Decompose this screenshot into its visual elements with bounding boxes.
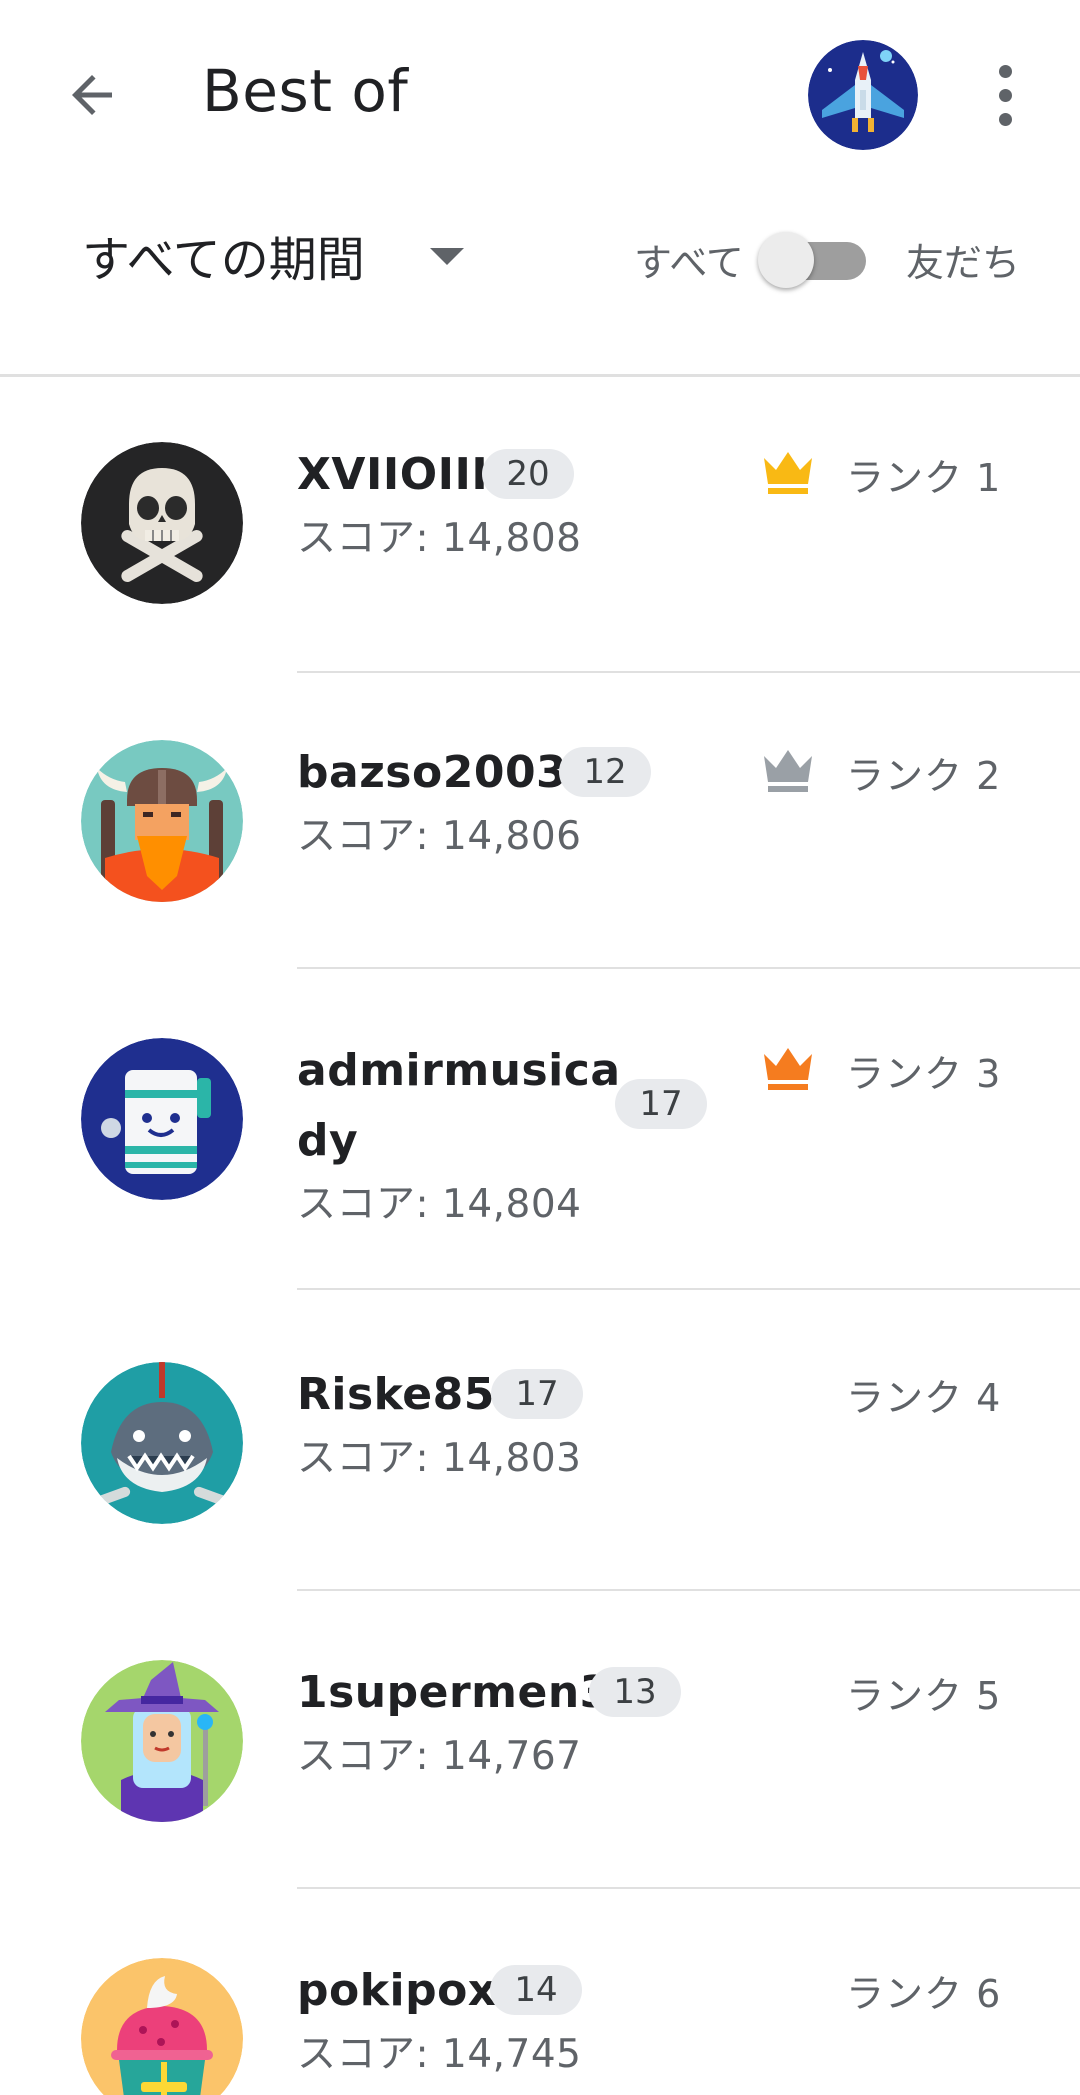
player-rank: ランク 6	[846, 1972, 1002, 2016]
player-name: XVIIOIII	[297, 449, 489, 500]
row-divider	[297, 967, 1080, 969]
toggle-label-all: すべて	[634, 241, 744, 285]
silver-crown-icon	[764, 750, 812, 792]
time-period-label: すべての期間	[82, 232, 365, 288]
row-divider	[297, 1589, 1080, 1591]
leaderboard-row[interactable]: bazso2003 12 スコア: 14,806 ランク 2	[0, 675, 1080, 973]
leaderboard-row[interactable]: 1supermen3 13 スコア: 14,767 ランク 5	[0, 1595, 1080, 1893]
player-rank: ランク 1	[846, 456, 1002, 500]
player-avatar[interactable]	[81, 740, 243, 902]
row-divider	[297, 1887, 1080, 1889]
toggle-label-friends: 友だち	[906, 241, 1021, 285]
player-name: bazso2003	[297, 747, 568, 798]
dropdown-arrow-icon[interactable]	[430, 248, 464, 265]
row-divider	[297, 671, 1080, 673]
level-badge: 13	[589, 1667, 681, 1717]
player-name-line-2: dy	[297, 1115, 359, 1166]
friends-toggle[interactable]	[758, 232, 868, 288]
player-avatar[interactable]	[81, 1362, 243, 1524]
player-rank: ランク 4	[846, 1376, 1002, 1420]
player-rank: ランク 3	[846, 1052, 1002, 1096]
bronze-crown-icon	[764, 1048, 812, 1090]
leaderboard-row[interactable]: Riske85 17 スコア: 14,803 ランク 4	[0, 1297, 1080, 1595]
app-bar: Best of	[0, 0, 1080, 190]
level-badge: 20	[482, 449, 574, 499]
leaderboard-row[interactable]: admirmusica dy 17 スコア: 14,804 ランク 3	[0, 973, 1080, 1297]
level-badge: 17	[491, 1369, 583, 1419]
back-button[interactable]	[52, 55, 132, 135]
gold-crown-icon	[764, 452, 812, 494]
filter-row: すべての期間 すべて 友だち	[0, 200, 1080, 310]
player-score: スコア: 14,803	[297, 1436, 582, 1481]
player-score: スコア: 14,745	[297, 2032, 582, 2077]
player-rank: ランク 2	[846, 754, 1002, 798]
level-badge: 14	[490, 1965, 582, 2015]
level-badge: 12	[559, 747, 651, 797]
arrow-back-icon	[72, 75, 112, 115]
page-title: Best of	[202, 57, 409, 125]
player-name: Riske85	[297, 1369, 495, 1420]
player-score: スコア: 14,767	[297, 1734, 582, 1779]
toggle-thumb[interactable]	[758, 232, 814, 288]
player-rank: ランク 5	[846, 1674, 1002, 1718]
more-vert-icon	[998, 64, 1012, 78]
player-score: スコア: 14,806	[297, 814, 582, 859]
game-icon[interactable]	[808, 40, 918, 150]
player-score: スコア: 14,808	[297, 516, 582, 561]
row-divider	[297, 1288, 1080, 1290]
player-avatar[interactable]	[81, 1660, 243, 1822]
player-name-line-1: admirmusica	[297, 1045, 621, 1096]
time-period-dropdown[interactable]: すべての期間	[82, 220, 365, 290]
player-name: 1supermen3	[297, 1667, 611, 1718]
leaderboard-row[interactable]: pokipox 14 スコア: 14,745 ランク 6	[0, 1893, 1080, 2095]
leaderboard-row[interactable]: XVIIOIII 20 スコア: 14,808 ランク 1	[0, 377, 1080, 675]
player-name: pokipox	[297, 1965, 497, 2016]
player-avatar[interactable]	[81, 1958, 243, 2095]
level-badge: 17	[615, 1079, 707, 1129]
player-avatar[interactable]	[81, 1038, 243, 1200]
player-avatar[interactable]	[81, 442, 243, 604]
player-score: スコア: 14,804	[297, 1182, 582, 1227]
more-options-button[interactable]	[980, 55, 1030, 135]
